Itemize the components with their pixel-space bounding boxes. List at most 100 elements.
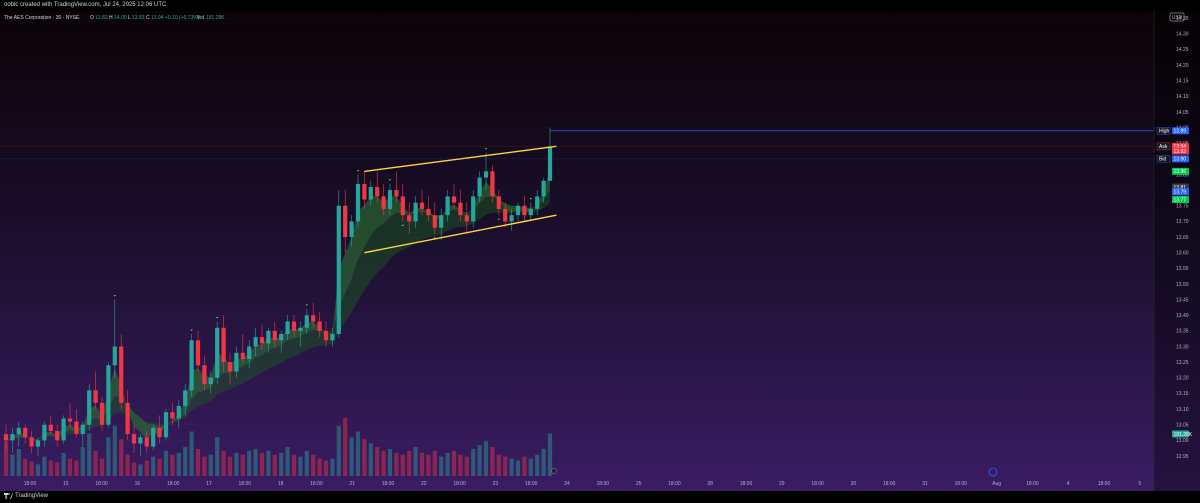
volume-bar [477, 445, 482, 476]
time-tick-label: 18:00 [597, 481, 610, 487]
volume-bar [522, 456, 527, 476]
candle-body [234, 352, 239, 372]
volume-bar [10, 454, 15, 476]
time-tick-label: 18:00 [239, 481, 252, 487]
candle-body [144, 437, 149, 447]
candle-body [61, 418, 66, 441]
footer: TradingView [0, 491, 1200, 503]
time-tick-label: 24 [564, 481, 570, 487]
candle-body [125, 402, 130, 435]
time-tick-label: 18:00 [95, 481, 108, 487]
time-tick-label: 18:00 [382, 481, 395, 487]
price-tick-label: 13.15 [1176, 391, 1189, 397]
candle-body [106, 365, 111, 425]
volume-bar [323, 460, 329, 476]
time-tick-label: 18:00 [668, 481, 681, 487]
snapshot-caption: oobic created with TradingView.com, Jul … [4, 2, 167, 8]
price-tag-value: 13.79 [1174, 190, 1187, 196]
time-tick-label: Aug [992, 481, 1001, 487]
time-tick-label: 18:00 [167, 481, 180, 487]
candle [336, 190, 341, 338]
candle-body [535, 196, 540, 209]
volume-bar [343, 418, 348, 476]
candle-body [23, 427, 28, 438]
volume-bar [259, 452, 265, 476]
candle-body [477, 177, 482, 197]
tradingview-logo[interactable]: TradingView [4, 493, 48, 499]
settings-button[interactable] [551, 468, 557, 474]
candle-body [368, 187, 373, 200]
candle-body [3, 434, 9, 441]
tradingview-brand: TradingView [15, 493, 49, 499]
volume-bar [227, 456, 233, 476]
candle-body [375, 187, 380, 197]
candle [87, 384, 92, 431]
candle-body [48, 424, 53, 431]
volume-bar [375, 447, 380, 476]
candle [106, 362, 111, 428]
candle-body [330, 334, 335, 341]
candle-body [349, 221, 354, 238]
volume-bar [163, 450, 169, 476]
candle-body [490, 171, 495, 197]
candle-body [311, 315, 316, 322]
volume-bar [99, 458, 105, 476]
candle-body [119, 346, 124, 403]
volume-bar [157, 458, 162, 476]
candle-body [138, 437, 143, 444]
candle-body [10, 434, 15, 441]
price-tick-label: 14.05 [1176, 110, 1189, 116]
volume-bar [541, 448, 546, 476]
volume-bar [202, 456, 207, 476]
volume-bar [304, 450, 309, 476]
candle-body [272, 330, 277, 341]
time-tick-label: 5 [1138, 481, 1141, 487]
volume-bar [311, 454, 316, 476]
price-tag: 181.28K [1172, 430, 1193, 438]
volume-bar [67, 458, 73, 476]
time-tick-label: 18:00 [955, 481, 968, 487]
candle-body [394, 190, 399, 197]
volume-bar [400, 454, 405, 476]
time-tick-label: 23 [493, 481, 499, 487]
candle-body [445, 196, 450, 216]
candle-body [279, 334, 284, 341]
candle-body [227, 362, 233, 372]
chart-canvas[interactable]: The AES Corporation · 30 · NYSE O 13.83 … [0, 11, 1200, 491]
volume-bar [55, 462, 60, 476]
price-tag-value: 13.86 [1174, 169, 1187, 175]
volume-bar [387, 448, 393, 476]
candle-body [157, 427, 162, 438]
candle-body [35, 440, 41, 447]
price-tick-label: 14.20 [1176, 63, 1189, 69]
tradingview-chart-app: oobic created with TradingView.com, Jul … [0, 0, 1200, 503]
candle-body [93, 390, 98, 403]
volume-bar [189, 431, 194, 476]
volume-bar [29, 461, 34, 476]
volume-bar [138, 464, 143, 476]
candle-body [55, 430, 60, 441]
price-tick-label: 14.10 [1176, 94, 1189, 100]
price-tick-label: 13.05 [1176, 423, 1189, 429]
price-tick-label: 13.75 [1176, 204, 1189, 210]
time-tick-label: 15 [63, 481, 69, 487]
volume-bar [458, 454, 463, 476]
volume-bar [106, 437, 111, 476]
time-tick-label: 18:00 [740, 481, 753, 487]
price-tag: 13.79 [1172, 188, 1189, 196]
candle-body [528, 208, 533, 216]
candle-body [509, 215, 514, 222]
volume-bar [483, 441, 489, 476]
volume-bar [221, 450, 226, 476]
volume-bar [439, 456, 444, 476]
candle [163, 409, 169, 441]
candle-body [202, 365, 207, 385]
volume-bar [285, 447, 290, 476]
time-tick-label: 25 [636, 481, 642, 487]
volume-bar [279, 452, 284, 476]
price-tag: 13.77 [1172, 196, 1189, 203]
candle-body [304, 315, 309, 328]
candle-body [407, 215, 412, 222]
volume-bar [355, 431, 361, 476]
price-tick-label: 13.65 [1176, 235, 1189, 241]
